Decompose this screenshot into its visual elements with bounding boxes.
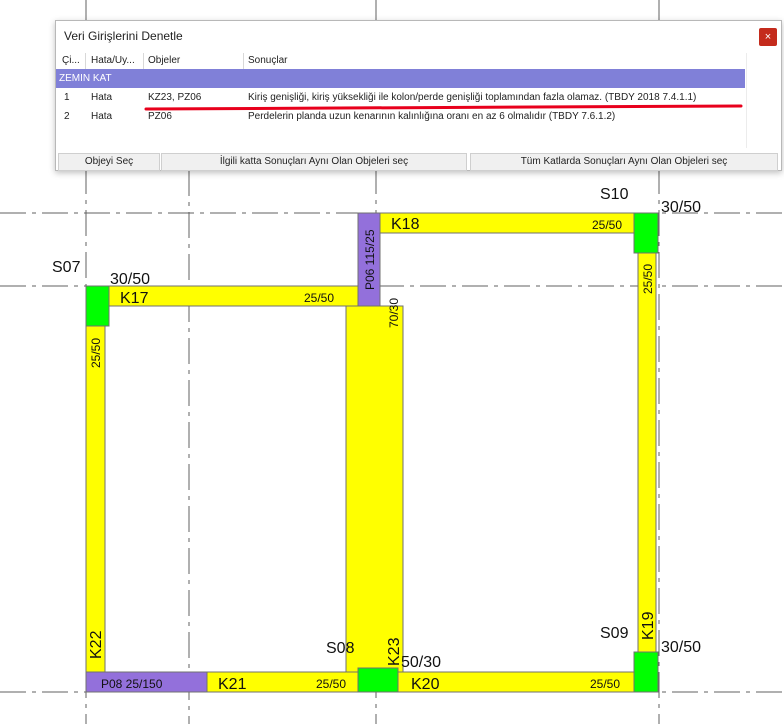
beam-label: K20 bbox=[411, 676, 440, 693]
table-scrollbar[interactable] bbox=[746, 53, 780, 148]
column-s07[interactable] bbox=[85, 285, 110, 327]
beam-label: K17 bbox=[120, 290, 149, 307]
table-row[interactable]: 2 Hata PZ06 Perdelerin planda uzun kenar… bbox=[56, 108, 745, 126]
column-divider[interactable] bbox=[143, 53, 144, 69]
beam-label: K19 bbox=[640, 611, 657, 640]
column-header-results[interactable]: Sonuçlar bbox=[248, 55, 287, 66]
beam-size-label: 25/50 bbox=[316, 677, 346, 691]
table-row[interactable]: 1 Hata KZ23, PZ06 Kiriş genişliği, kiriş… bbox=[56, 89, 745, 107]
select-object-button[interactable]: Objeyi Seç bbox=[58, 153, 160, 171]
column-header-type[interactable]: Hata/Uy... bbox=[91, 55, 135, 66]
beam-k19[interactable] bbox=[637, 252, 657, 653]
select-all-floors-button[interactable]: Tüm Katlarda Sonuçları Aynı Olan Objeler… bbox=[470, 153, 778, 171]
beam-size-label: 25/50 bbox=[89, 338, 103, 368]
column-s08[interactable] bbox=[357, 667, 399, 693]
column-label: S10 bbox=[600, 186, 629, 203]
column-label: S07 bbox=[52, 259, 81, 276]
group-label: ZEMIN KAT bbox=[59, 73, 112, 84]
column-s10[interactable] bbox=[633, 212, 659, 254]
beam-size-label: 25/50 bbox=[590, 677, 620, 691]
results-table-header: Çi... Hata/Uy... Objeler Sonuçlar bbox=[56, 53, 746, 69]
column-header-no[interactable]: Çi... bbox=[62, 55, 80, 66]
cell-result: Kiriş genişliği, kiriş yüksekliği ile ko… bbox=[248, 92, 697, 103]
close-icon: × bbox=[764, 31, 772, 43]
beam-size-label: 25/50 bbox=[641, 264, 655, 294]
column-size-label: 30/50 bbox=[110, 271, 150, 288]
beam-label: K21 bbox=[218, 676, 247, 693]
cell-no: 2 bbox=[64, 111, 70, 122]
beam-label: K23 bbox=[386, 637, 403, 666]
dialog-button-bar: Objeyi Seç İlgili katta Sonuçları Aynı O… bbox=[56, 152, 781, 171]
column-divider[interactable] bbox=[85, 53, 86, 69]
column-size-label: 50/30 bbox=[401, 654, 441, 671]
beam-size-label: 25/50 bbox=[592, 218, 622, 232]
column-size-label: 30/50 bbox=[661, 639, 701, 656]
group-row-floor[interactable]: ZEMIN KAT bbox=[56, 69, 745, 88]
wall-label: P08 25/150 bbox=[101, 677, 163, 691]
beam-k23[interactable] bbox=[345, 305, 404, 673]
close-button[interactable]: × bbox=[759, 28, 777, 46]
cell-type: Hata bbox=[91, 111, 113, 122]
cell-result: Perdelerin planda uzun kenarının kalınlı… bbox=[248, 111, 616, 122]
beam-label: K18 bbox=[391, 216, 420, 233]
beam-label: K22 bbox=[88, 630, 105, 659]
dialog-titlebar[interactable]: Veri Girişlerini Denetle × bbox=[56, 21, 781, 51]
check-inputs-dialog: Veri Girişlerini Denetle × Çi... Hata/Uy… bbox=[55, 20, 782, 171]
beam-k22[interactable] bbox=[85, 325, 106, 673]
cell-objects: PZ06 bbox=[148, 111, 172, 122]
cell-no: 1 bbox=[64, 92, 70, 103]
beam-size-label: 25/50 bbox=[304, 291, 334, 305]
dialog-title: Veri Girişlerini Denetle bbox=[64, 29, 183, 43]
column-label: S08 bbox=[326, 640, 355, 657]
column-divider[interactable] bbox=[243, 53, 244, 69]
cell-objects: KZ23, PZ06 bbox=[148, 92, 202, 103]
column-label: S09 bbox=[600, 625, 629, 642]
beam-size-label: 70/30 bbox=[387, 298, 401, 328]
wall-label: P06 115/25 bbox=[363, 229, 377, 290]
cell-type: Hata bbox=[91, 92, 113, 103]
column-header-objects[interactable]: Objeler bbox=[148, 55, 180, 66]
select-same-floor-button[interactable]: İlgili katta Sonuçları Aynı Olan Objeler… bbox=[161, 153, 467, 171]
column-s09[interactable] bbox=[633, 651, 659, 693]
column-size-label: 30/50 bbox=[661, 199, 701, 216]
